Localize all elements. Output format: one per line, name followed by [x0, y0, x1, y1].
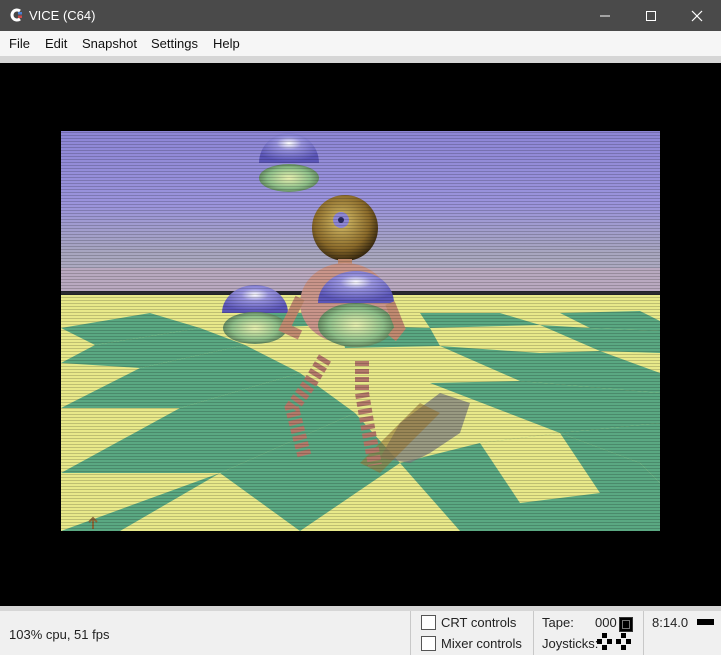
crt-controls-checkbox[interactable] [421, 615, 436, 630]
joysticks-label: Joysticks: [542, 636, 599, 651]
menu-help[interactable]: Help [213, 36, 240, 51]
menu-edit[interactable]: Edit [45, 36, 67, 51]
status-bar: 103% cpu, 51 fps CRT controls Mixer cont… [0, 611, 721, 655]
emulator-screen[interactable] [0, 63, 721, 606]
menu-snapshot[interactable]: Snapshot [82, 36, 137, 51]
status-separator [643, 611, 644, 655]
vice-logo-icon [10, 8, 22, 22]
title-bar: VICE (C64) [0, 0, 721, 31]
mixer-controls-label[interactable]: Mixer controls [441, 636, 522, 651]
tape-counter: 000 [595, 615, 617, 630]
status-separator [533, 611, 534, 655]
crt-controls-label[interactable]: CRT controls [441, 615, 516, 630]
drive-led-icon [697, 619, 714, 625]
window-title: VICE (C64) [29, 8, 96, 23]
maximize-icon [646, 10, 656, 21]
screen-frame-top [0, 56, 721, 63]
joystick-icon[interactable] [597, 633, 633, 651]
menu-file[interactable]: File [9, 36, 30, 51]
minimize-icon [600, 15, 610, 16]
close-icon [691, 10, 703, 21]
menu-bar: File Edit Snapshot Settings Help [0, 31, 721, 57]
mixer-controls-checkbox[interactable] [421, 636, 436, 651]
tape-status-icon[interactable] [619, 617, 633, 632]
drive-time: 8:14.0 [652, 615, 689, 630]
c64-display [61, 131, 660, 531]
tape-label: Tape: [542, 615, 574, 630]
close-button[interactable] [674, 0, 720, 31]
status-separator [410, 611, 411, 655]
menu-settings[interactable]: Settings [151, 36, 198, 51]
minimize-button[interactable] [582, 0, 628, 31]
cpu-fps-readout: 103% cpu, 51 fps [9, 627, 110, 642]
maximize-button[interactable] [628, 0, 674, 31]
